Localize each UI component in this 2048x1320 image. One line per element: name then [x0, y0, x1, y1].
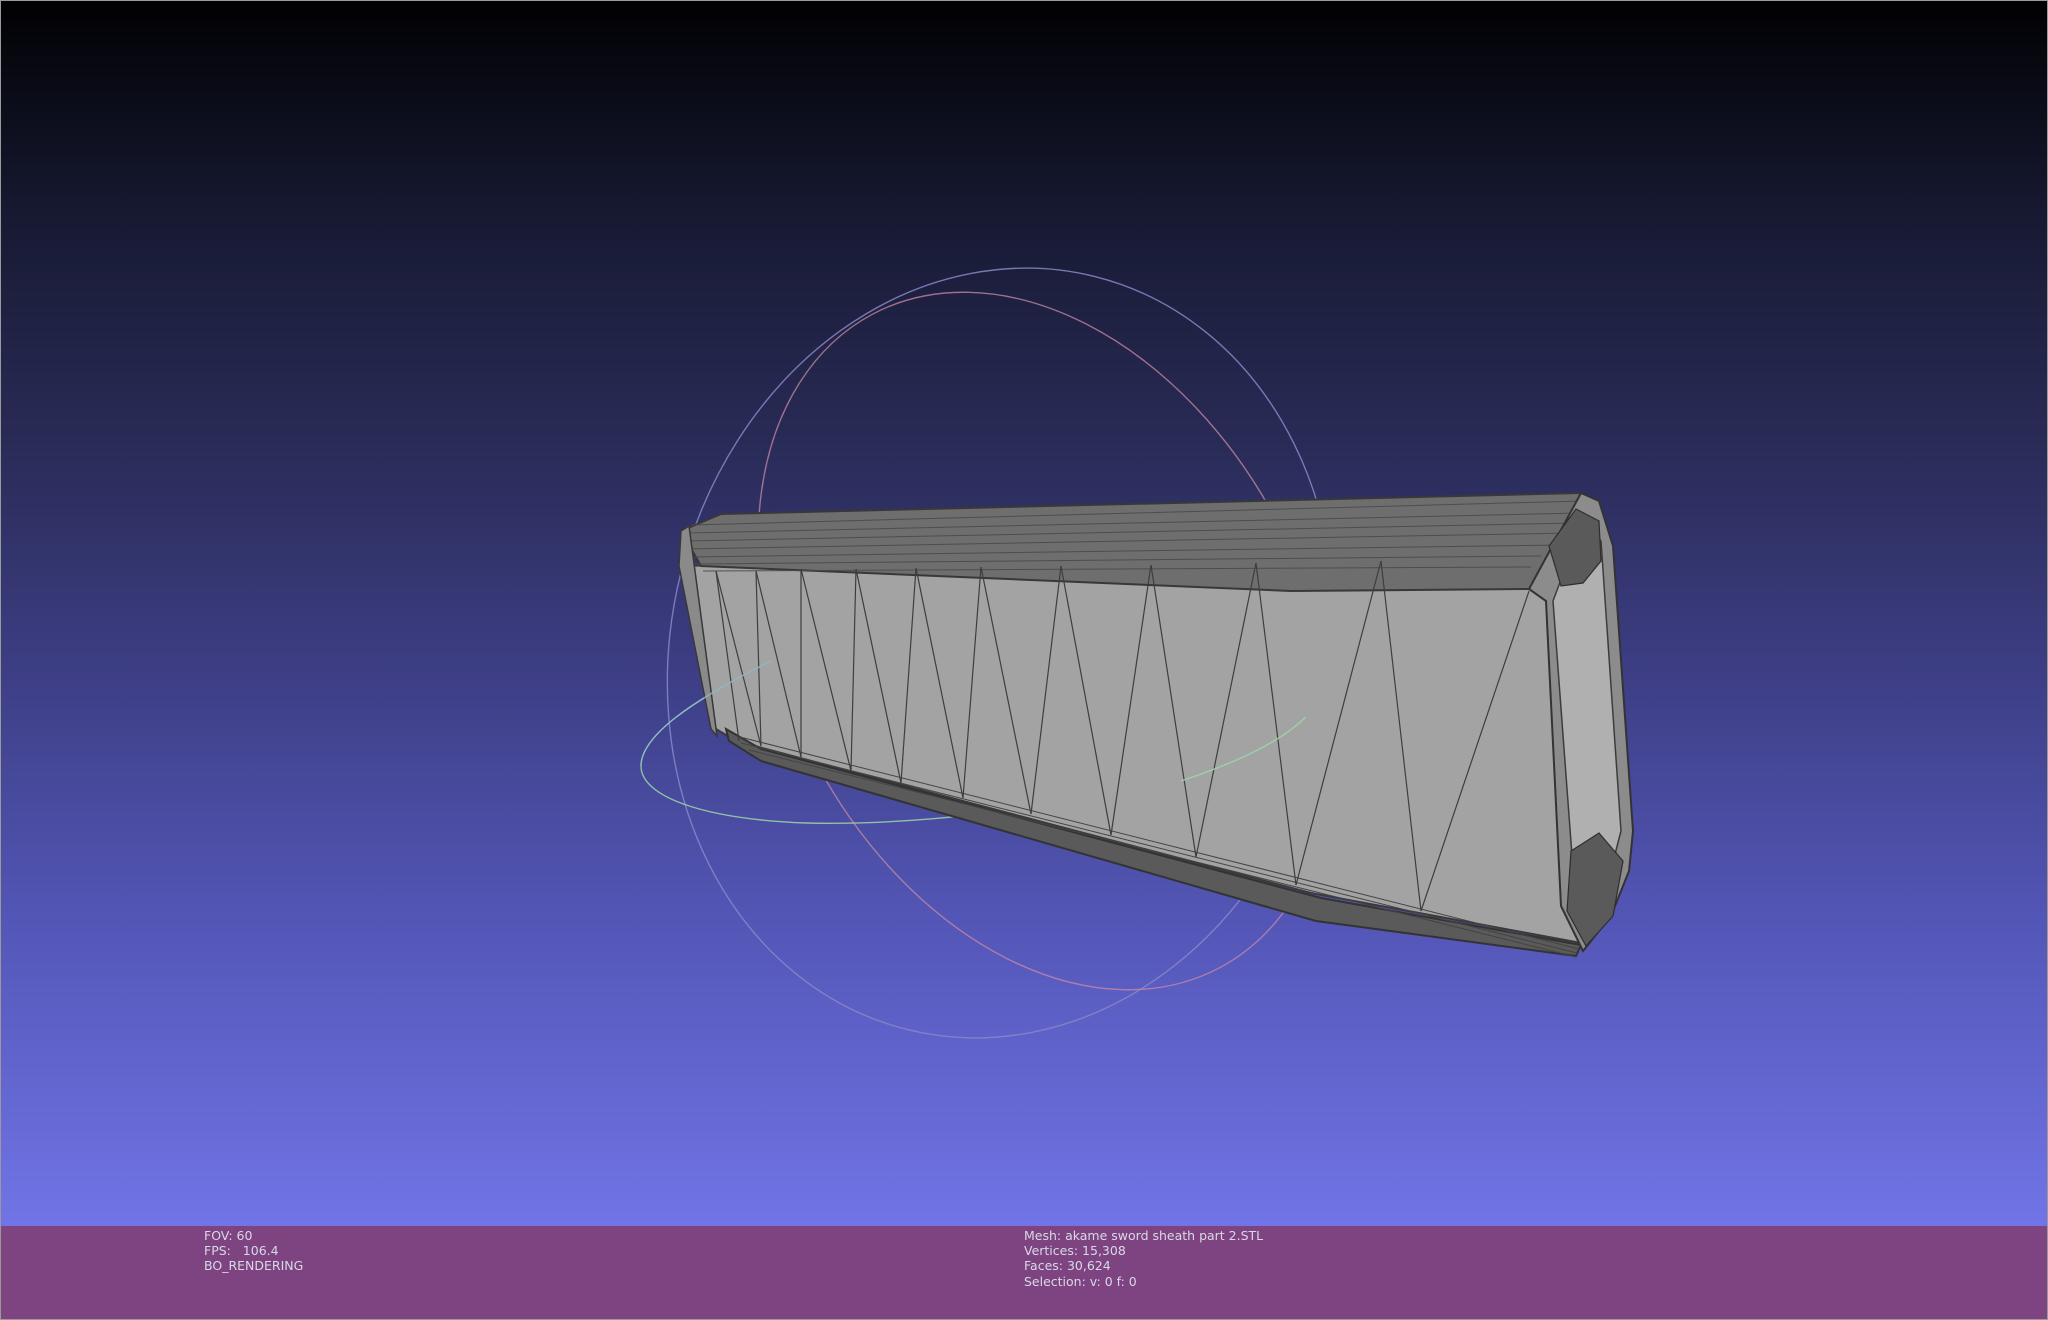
faces-text: Faces: 30,624 [1024, 1258, 1111, 1274]
3d-viewport[interactable] [0, 0, 2048, 1226]
fps-text: FPS: 106.4 [204, 1243, 279, 1259]
mesh-model[interactable] [678, 491, 1635, 958]
render-info-panel: FOV: 60 FPS: 106.4 BO_RENDERING [204, 1228, 303, 1274]
rendering-mode-text: BO_RENDERING [204, 1258, 304, 1274]
fov-text: FOV: 60 [204, 1228, 253, 1243]
mesh-info-panel: Mesh: akame sword sheath part 2.STL Vert… [1024, 1228, 1263, 1289]
mesh-front-face [679, 544, 1593, 945]
info-bar: FOV: 60 FPS: 106.4 BO_RENDERING Mesh: ak… [0, 1226, 2048, 1320]
mesh-name-text: Mesh: akame sword sheath part 2.STL [1024, 1228, 1264, 1243]
selection-text: Selection: v: 0 f: 0 [1024, 1273, 1137, 1289]
vertices-text: Vertices: 15,308 [1024, 1243, 1126, 1259]
scene-canvas [640, 267, 1635, 1039]
